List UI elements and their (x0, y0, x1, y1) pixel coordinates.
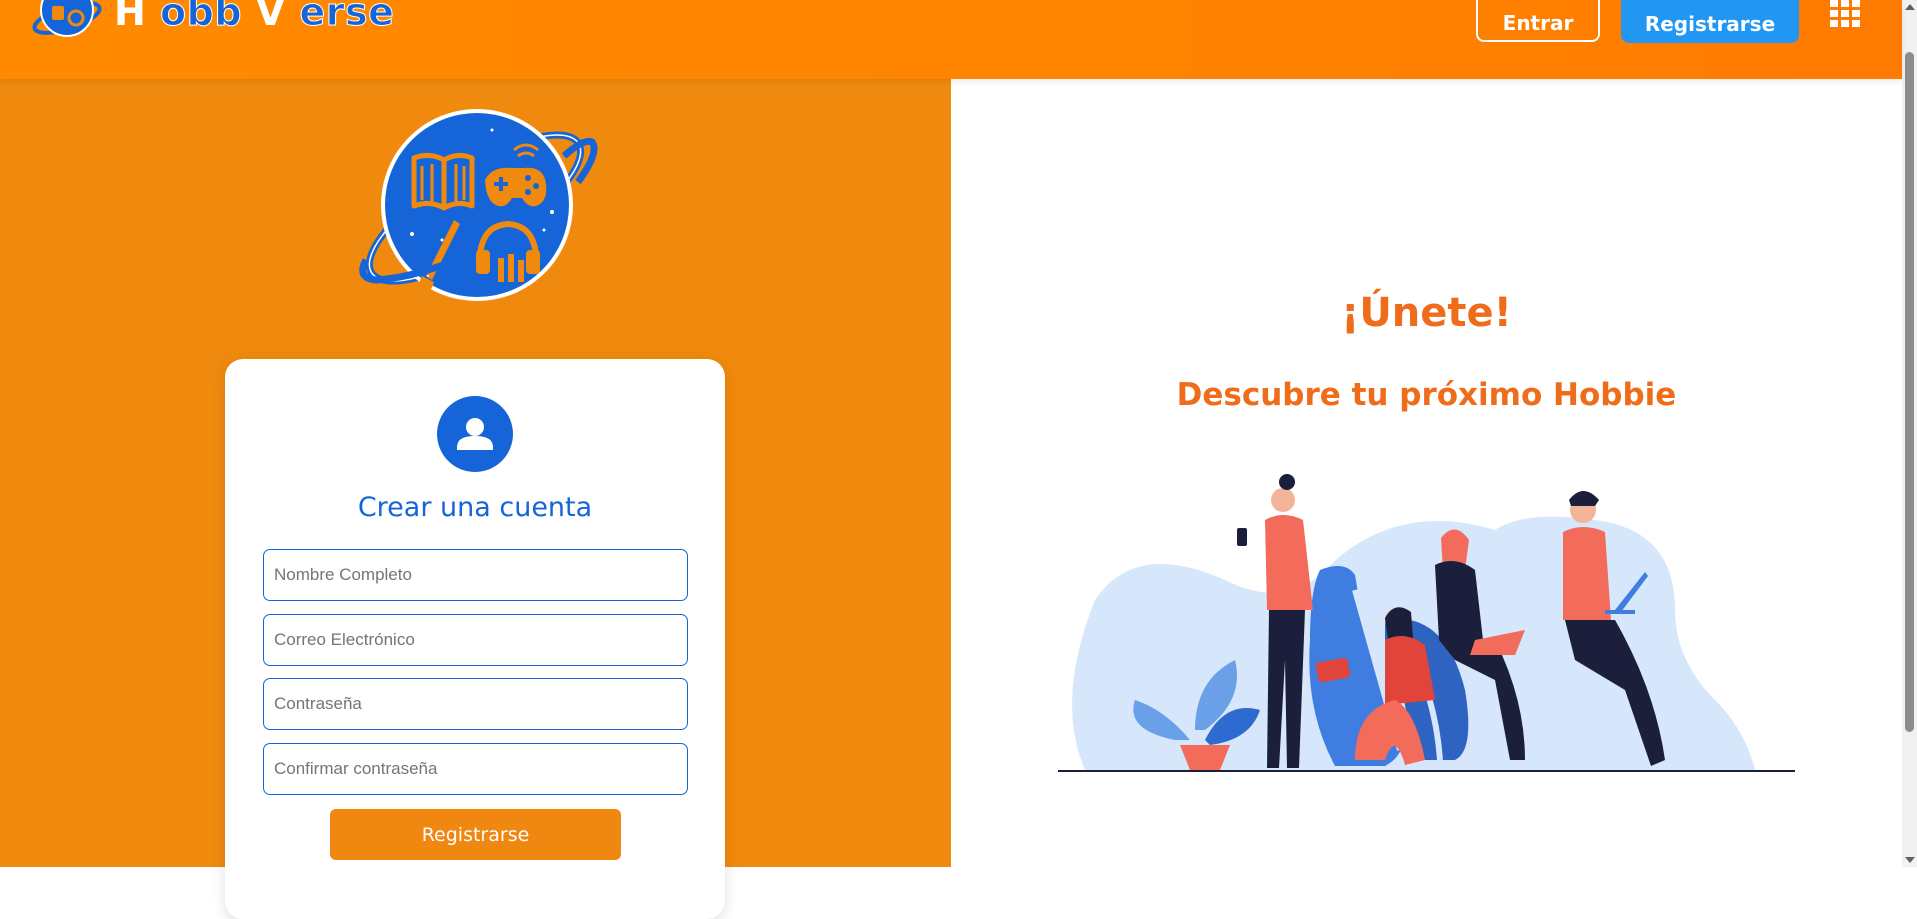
signup-title: Crear una cuenta (357, 492, 593, 523)
scroll-down-arrow-icon[interactable] (1905, 857, 1915, 863)
promo-subheadline: Descubre tu próximo Hobbie (1176, 377, 1677, 413)
header-register-button[interactable]: Registrarse (1621, 0, 1799, 43)
top-navbar: H obb V erse Entrar Registrarse (0, 0, 1902, 79)
promo-headline: ¡Únete! (1341, 290, 1512, 336)
avatar (437, 396, 513, 472)
scroll-up-arrow-icon[interactable] (1905, 4, 1915, 10)
scroll-thumb[interactable] (1905, 52, 1914, 732)
register-submit-button[interactable]: Registrarse (330, 809, 621, 860)
confirm-password-field[interactable] (263, 743, 688, 795)
user-icon (457, 418, 493, 450)
brand-part-3: V (255, 0, 286, 34)
brand-name[interactable]: H obb V erse (114, 0, 394, 36)
page-scrollbar[interactable] (1902, 0, 1917, 867)
brand-part-2: obb (160, 0, 243, 35)
login-button[interactable]: Entrar (1476, 0, 1600, 42)
full-name-field[interactable] (263, 549, 688, 601)
planet-logo-icon (359, 109, 598, 301)
email-field[interactable] (263, 614, 688, 666)
hobbverse-logo-icon[interactable] (30, 0, 104, 44)
brand-part-1: H (114, 0, 147, 34)
password-field[interactable] (263, 678, 688, 730)
brand-part-4: erse (299, 0, 395, 35)
grid-icon[interactable] (1830, 0, 1860, 28)
people-hobbies-illustration (1058, 474, 1795, 772)
